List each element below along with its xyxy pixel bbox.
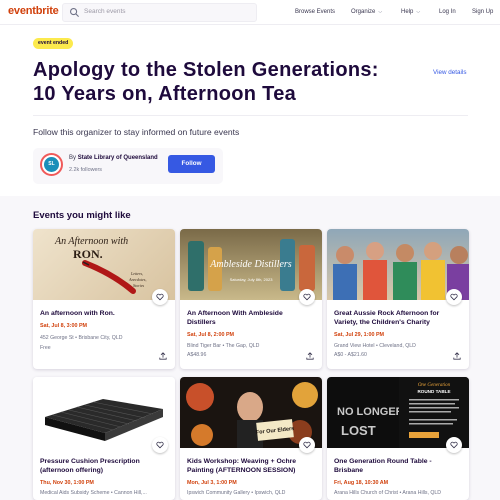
search-icon (70, 8, 80, 18)
event-date: Sat, Jul 29, 1:00 PM (334, 332, 385, 338)
save-event-button[interactable] (299, 289, 315, 305)
event-image (33, 377, 175, 448)
event-image-art: NO LONGER LOST One Generation ROUND TABL… (337, 377, 469, 448)
event-title[interactable]: An Afternoon With Ambleside Distillers (187, 309, 312, 327)
follow-button[interactable]: Follow (168, 155, 215, 173)
event-title[interactable]: Kids Workshop: Weaving + Ochre Painting … (187, 457, 312, 475)
event-date: Sat, Jul 8, 3:00 PM (40, 323, 88, 329)
event-card[interactable]: Great Aussie Rock Afternoon for Variety,… (327, 229, 469, 369)
event-title[interactable]: An afternoon with Ron. (40, 309, 165, 318)
event-venue: Blind Tiger Bar • The Gap, QLD (187, 343, 260, 349)
avatar-initials: SL (44, 157, 59, 172)
heart-icon (450, 293, 458, 301)
save-event-button[interactable] (446, 437, 462, 453)
event-card[interactable]: NO LONGER LOST One Generation ROUND TABL… (327, 377, 469, 500)
nav-help-label: Help (401, 9, 414, 15)
organizer-card: SL By State Library of Queensland 2.2k f… (33, 148, 223, 184)
heart-icon (156, 293, 164, 301)
event-venue: Medical Aids Subsidy Scheme • Cannon Hil… (40, 490, 147, 496)
event-image: An Afternoon with RON. Letters, Anecdote… (33, 229, 175, 300)
top-navbar: eventbrite Search events Browse Events O… (0, 0, 500, 25)
event-venue: 452 George St • Brisbane City, QLD (40, 335, 123, 341)
event-image-art (45, 399, 163, 441)
event-image: For Our Elders (180, 377, 322, 448)
organizer-byline: By State Library of Queensland (69, 155, 158, 161)
event-card[interactable]: Pressure Cushion Prescription (afternoon… (33, 377, 175, 500)
chevron-down-icon: ⌵ (378, 9, 383, 15)
view-details-link[interactable]: View details (433, 69, 467, 76)
save-event-button[interactable] (299, 437, 315, 453)
event-title[interactable]: Pressure Cushion Prescription (afternoon… (40, 457, 165, 475)
status-badge: event ended (33, 38, 74, 49)
by-prefix: By (69, 155, 77, 161)
event-image-art: Ambleside Distillers Saturday, July 8th,… (188, 239, 315, 291)
nav-organize[interactable]: Organize ⌵ (351, 9, 382, 15)
title-line-2: 10 Years on, Afternoon Tea (33, 83, 297, 105)
svg-text:Saturday, July 8th, 2023: Saturday, July 8th, 2023 (230, 277, 274, 282)
event-title[interactable]: Great Aussie Rock Afternoon for Variety,… (334, 309, 459, 327)
eventbrite-logo[interactable]: eventbrite (8, 5, 59, 17)
share-icon[interactable] (453, 352, 461, 360)
search-placeholder: Search events (84, 8, 126, 15)
save-event-button[interactable] (152, 289, 168, 305)
svg-text:One Generation: One Generation (418, 383, 451, 388)
organizer-name[interactable]: State Library of Queensland (78, 155, 158, 161)
event-venue: Arana Hills Church of Christ • Arana Hil… (334, 490, 442, 496)
event-price: A$0 - A$21.60 (334, 352, 367, 358)
svg-text:Ambleside Distillers: Ambleside Distillers (209, 259, 291, 270)
event-image (327, 229, 469, 300)
svg-text:LOST: LOST (341, 423, 376, 438)
event-date: Fri, Aug 18, 10:30 AM (334, 480, 389, 486)
svg-text:NO LONGER: NO LONGER (337, 406, 404, 418)
event-price: A$48.96 (187, 352, 207, 358)
svg-text:An Afternoon with: An Afternoon with (54, 236, 128, 247)
event-price: Free (40, 345, 51, 351)
heart-icon (303, 293, 311, 301)
share-icon[interactable] (306, 352, 314, 360)
event-venue: Grand View Hotel • Cleveland, QLD (334, 343, 416, 349)
nav-sign-up[interactable]: Sign Up (472, 9, 493, 15)
event-image-art: For Our Elders (186, 382, 318, 448)
nav-browse-events[interactable]: Browse Events (295, 9, 335, 15)
divider (33, 115, 468, 116)
followers-count: 2.2k followers (69, 167, 102, 173)
avatar[interactable]: SL (40, 153, 63, 176)
save-event-button[interactable] (446, 289, 462, 305)
title-line-1: Apology to the Stolen Generations: (33, 59, 379, 81)
event-title[interactable]: One Generation Round Table - Brisbane (334, 457, 459, 475)
svg-text:RON.: RON. (73, 247, 103, 261)
nav-help[interactable]: Help ⌵ (401, 9, 420, 15)
event-image-art: An Afternoon with RON. Letters, Anecdote… (54, 236, 146, 294)
event-card[interactable]: An Afternoon with RON. Letters, Anecdote… (33, 229, 175, 369)
event-venue: Ipswich Community Gallery • Ipswich, QLD (187, 490, 286, 496)
event-image: NO LONGER LOST One Generation ROUND TABL… (327, 377, 469, 448)
heart-icon (303, 441, 311, 449)
event-date: Mon, Jul 3, 1:00 PM (187, 480, 237, 486)
chevron-down-icon: ⌵ (416, 9, 421, 15)
share-icon[interactable] (159, 352, 167, 360)
save-event-button[interactable] (152, 437, 168, 453)
event-card[interactable]: For Our Elders Kids Workshop: Weaving + … (180, 377, 322, 500)
event-card[interactable]: Ambleside Distillers Saturday, July 8th,… (180, 229, 322, 369)
event-image: Ambleside Distillers Saturday, July 8th,… (180, 229, 322, 300)
event-image-art (333, 242, 469, 300)
svg-text:ROUND TABLE: ROUND TABLE (417, 389, 450, 394)
section-heading: Events you might like (33, 210, 131, 221)
heart-icon (450, 441, 458, 449)
nav-organize-label: Organize (351, 9, 376, 15)
heart-icon (156, 441, 164, 449)
nav-log-in[interactable]: Log In (439, 9, 456, 15)
search-input[interactable]: Search events (62, 3, 257, 22)
svg-text:Stories: Stories (133, 283, 145, 288)
event-date: Thu, Nov 30, 1:00 PM (40, 480, 94, 486)
follow-prompt: Follow this organizer to stay informed o… (33, 127, 240, 137)
page-title: Apology to the Stolen Generations: 10 Ye… (33, 58, 413, 106)
event-date: Sat, Jul 8, 2:00 PM (187, 332, 235, 338)
